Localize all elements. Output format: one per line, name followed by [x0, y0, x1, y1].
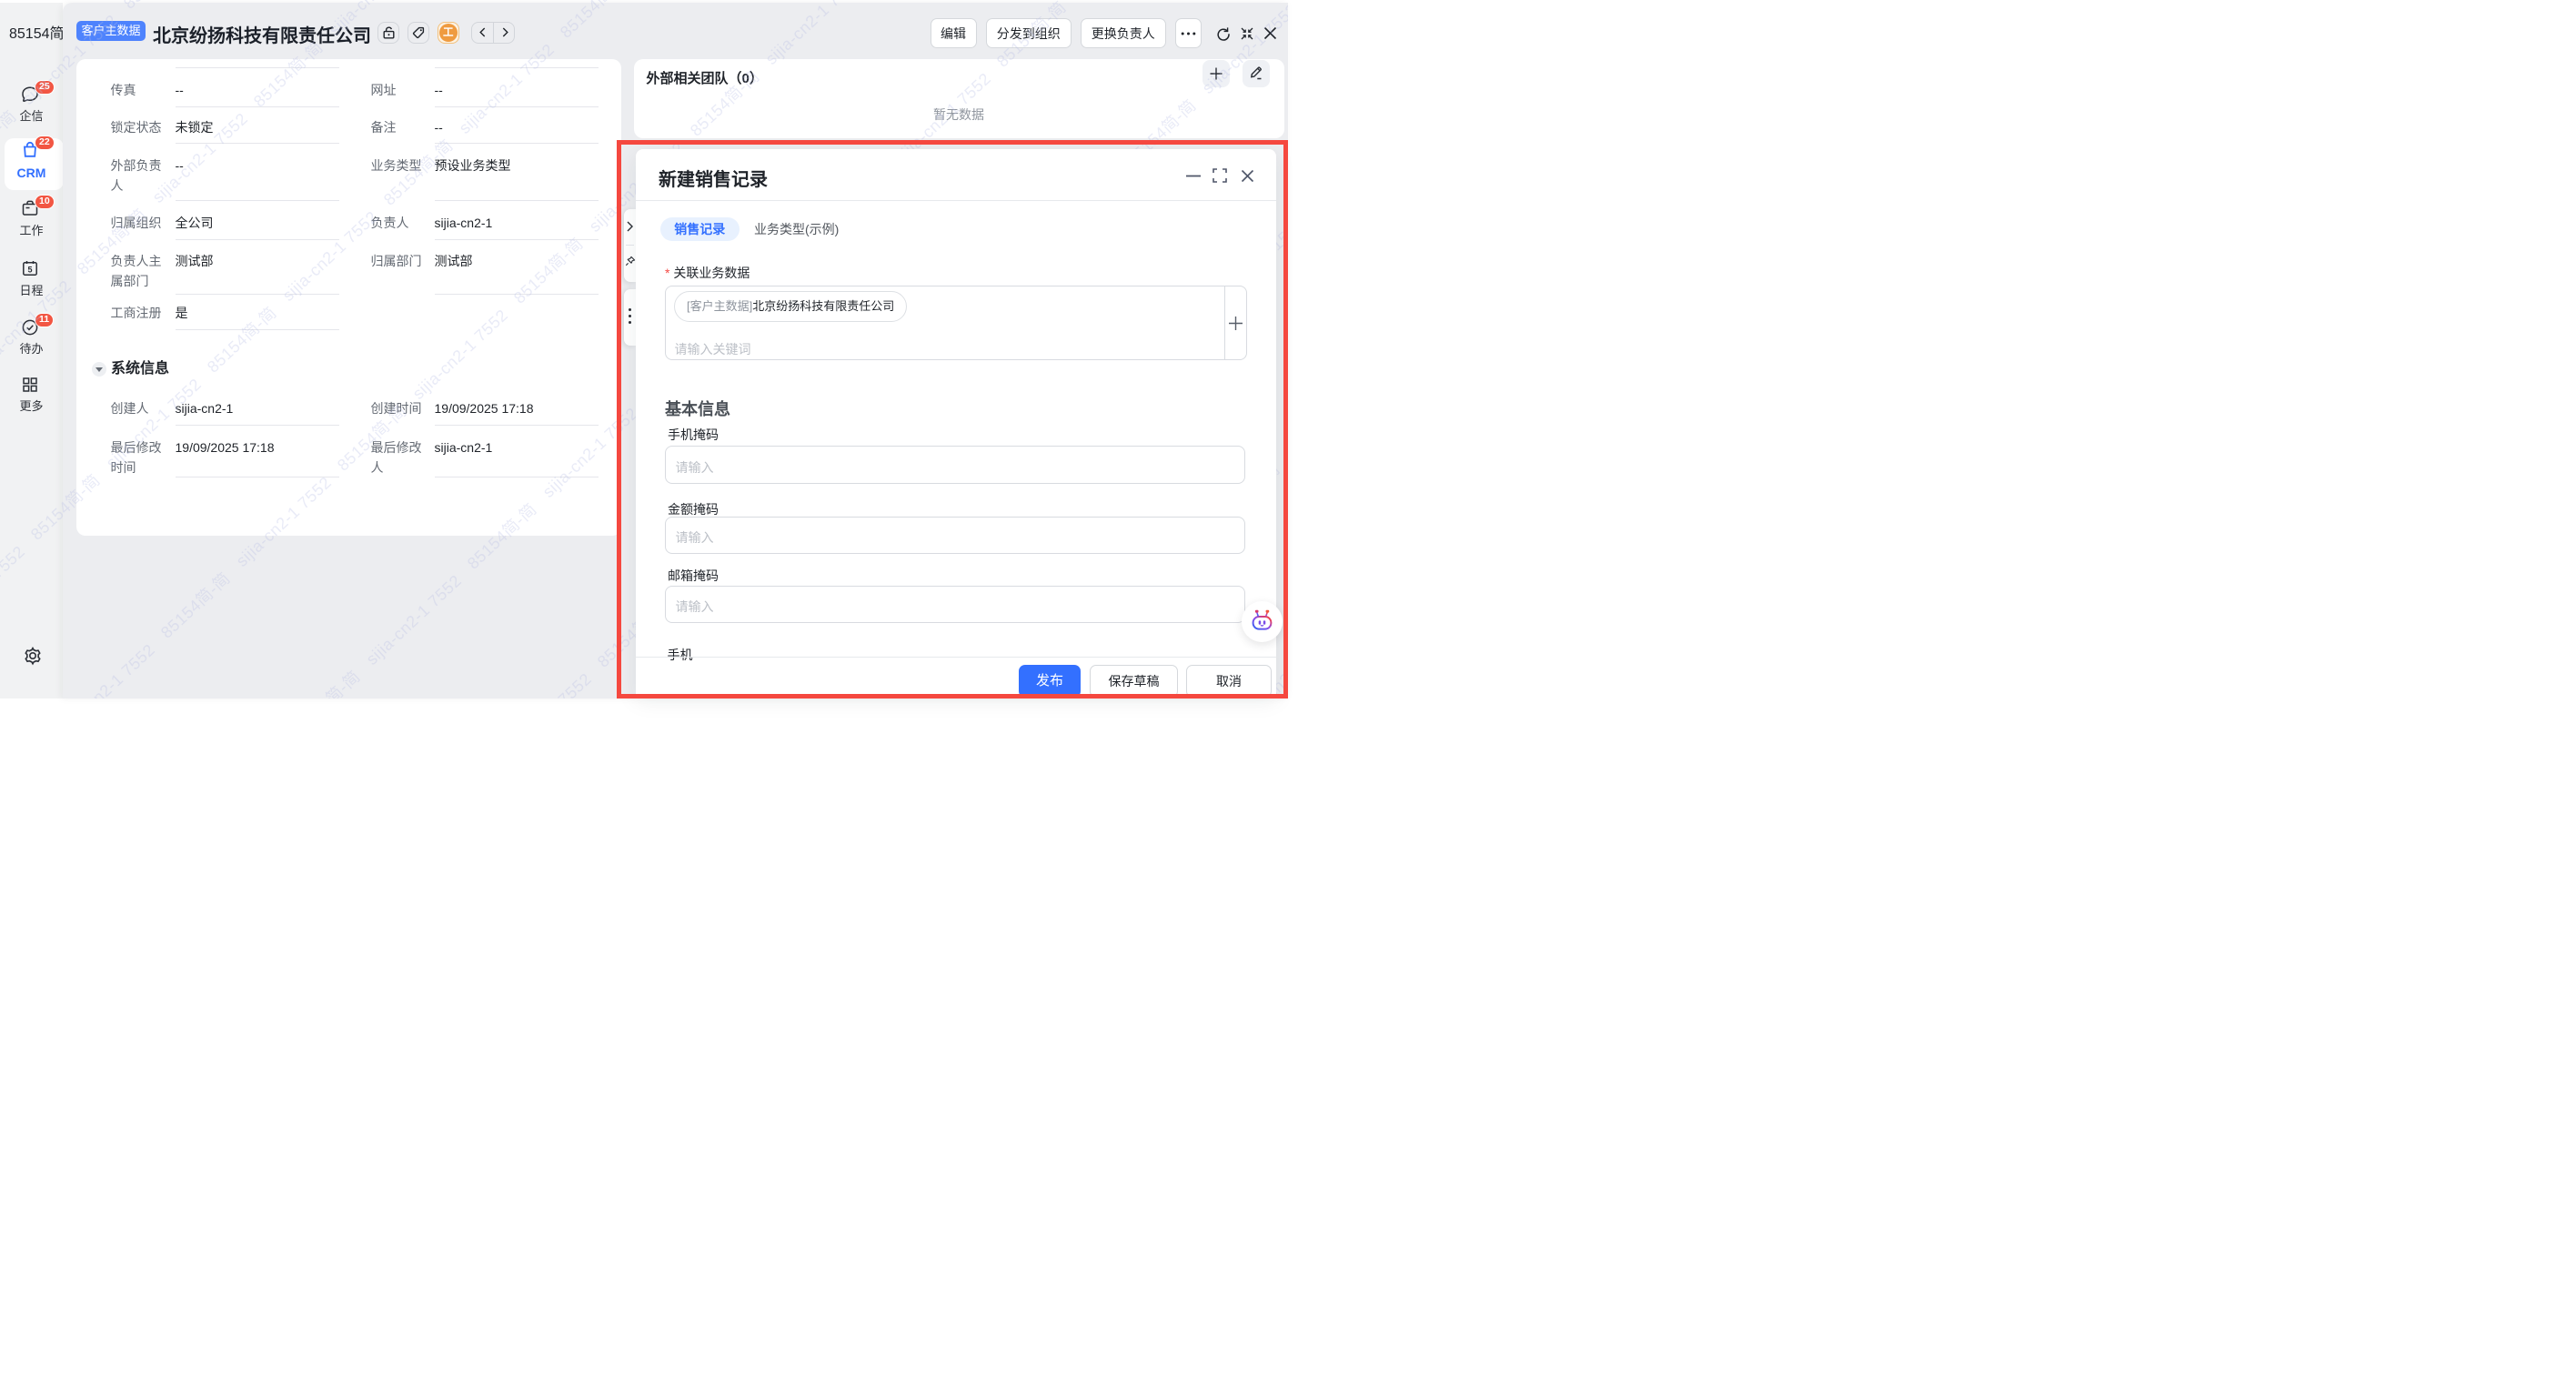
svg-text:5: 5: [27, 265, 32, 274]
